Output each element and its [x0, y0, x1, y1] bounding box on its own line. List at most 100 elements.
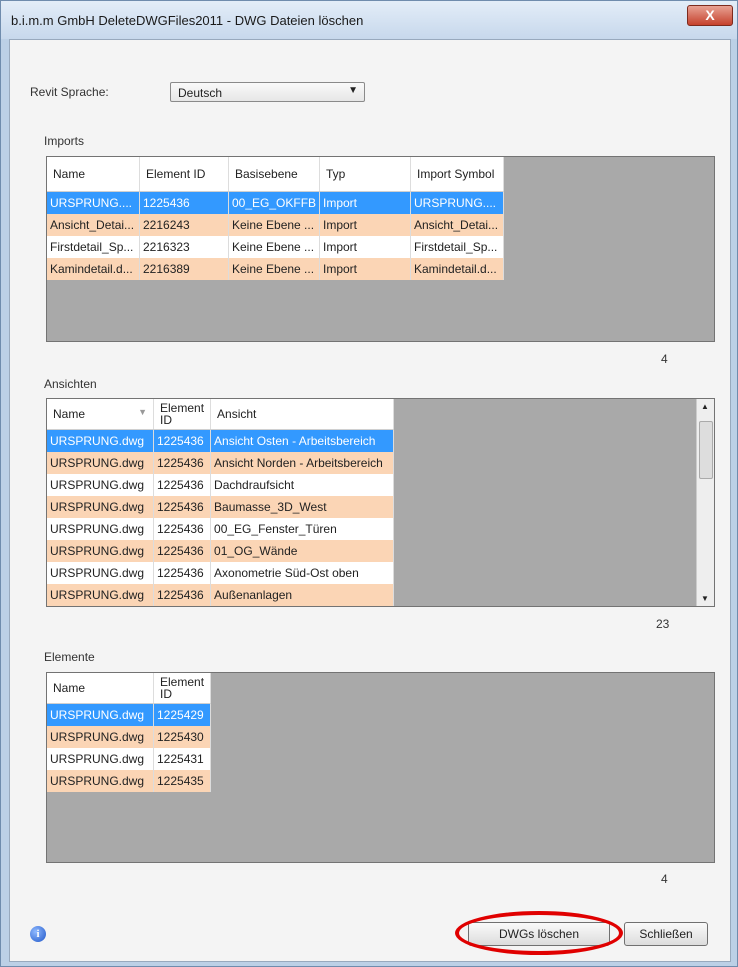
- table-cell[interactable]: 1225435: [153, 770, 212, 792]
- table-row[interactable]: URSPRUNG.dwg 1225429: [47, 703, 212, 726]
- table-row[interactable]: Ansicht_Detai... 2216243 Keine Ebene ... Im…: [47, 214, 504, 236]
- col-typ[interactable]: Typ: [319, 157, 411, 192]
- table-cell[interactable]: 2216323: [139, 236, 229, 258]
- table-cell[interactable]: 1225429: [153, 703, 212, 726]
- close-window-button[interactable]: X: [687, 5, 733, 26]
- table-row[interactable]: URSPRUNG.dwg 1225436 Ansicht Osten - Arbei…: [47, 429, 395, 452]
- ansichten-label: Ansichten: [44, 377, 97, 391]
- table-cell[interactable]: Ansicht_Detai...: [47, 214, 140, 236]
- table-cell[interactable]: Import: [319, 236, 411, 258]
- table-row[interactable]: URSPRUNG.dwg 1225431: [47, 748, 212, 770]
- dialog-body: Revit Sprache: Deutsch ▼ Imports Name El…: [9, 39, 731, 962]
- table-cell[interactable]: Dachdraufsicht: [210, 474, 395, 496]
- ansichten-scrollbar[interactable]: ▲ ▼: [696, 399, 714, 606]
- table-cell[interactable]: URSPRUNG.dwg: [47, 703, 154, 726]
- table-cell[interactable]: Kamindetail.d...: [410, 258, 504, 280]
- window-title: b.i.m.m GmbH DeleteDWGFiles2011 - DWG Da…: [11, 13, 364, 28]
- table-cell[interactable]: Axonometrie Süd-Ost oben: [210, 562, 395, 584]
- table-cell[interactable]: Import: [319, 214, 411, 236]
- table-row[interactable]: URSPRUNG.... 1225436 00_EG_OKFFB Import URSP…: [47, 191, 504, 214]
- table-cell[interactable]: URSPRUNG.dwg: [47, 726, 154, 748]
- table-cell[interactable]: URSPRUNG.dwg: [47, 452, 154, 474]
- col-ansicht[interactable]: Ansicht: [210, 399, 395, 430]
- col-element-id[interactable]: Element ID: [139, 157, 229, 192]
- imports-grid[interactable]: Name Element ID Basisebene Typ Import Sy…: [46, 156, 715, 342]
- table-cell[interactable]: URSPRUNG.dwg: [47, 429, 154, 452]
- table-cell[interactable]: Keine Ebene ...: [228, 214, 320, 236]
- table-row[interactable]: URSPRUNG.dwg 1225436 Außenanlagen: [47, 584, 395, 606]
- table-cell[interactable]: Import: [319, 258, 411, 280]
- table-cell[interactable]: Firstdetail_Sp...: [47, 236, 140, 258]
- title-bar[interactable]: b.i.m.m GmbH DeleteDWGFiles2011 - DWG Da…: [1, 1, 737, 39]
- table-row[interactable]: URSPRUNG.dwg 1225436 01_OG_Wände: [47, 540, 395, 562]
- table-cell[interactable]: URSPRUNG....: [410, 191, 504, 214]
- ansichten-count: 23: [656, 617, 670, 631]
- table-cell[interactable]: 00_EG_OKFFB: [228, 191, 320, 214]
- table-cell[interactable]: URSPRUNG.dwg: [47, 474, 154, 496]
- elemente-table: Name Element ID URSPRUNG.dwg 1225429 URSPR…: [47, 673, 212, 792]
- table-cell[interactable]: Baumasse_3D_West: [210, 496, 395, 518]
- table-row[interactable]: URSPRUNG.dwg 1225435: [47, 770, 212, 792]
- table-cell[interactable]: Kamindetail.d...: [47, 258, 140, 280]
- table-cell[interactable]: Ansicht_Detai...: [410, 214, 504, 236]
- table-cell[interactable]: Außenanlagen: [210, 584, 395, 606]
- table-cell[interactable]: 1225436: [153, 474, 212, 496]
- table-cell[interactable]: URSPRUNG.dwg: [47, 748, 154, 770]
- table-cell[interactable]: URSPRUNG.dwg: [47, 584, 154, 606]
- table-cell[interactable]: URSPRUNG.dwg: [47, 562, 154, 584]
- table-cell[interactable]: Keine Ebene ...: [228, 258, 320, 280]
- table-cell[interactable]: URSPRUNG.dwg: [47, 518, 154, 540]
- table-row[interactable]: URSPRUNG.dwg 1225436 Ansicht Norden - Arbe…: [47, 452, 395, 474]
- table-cell[interactable]: 1225431: [153, 748, 212, 770]
- elemente-count: 4: [661, 872, 668, 886]
- table-row[interactable]: Kamindetail.d... 2216389 Keine Ebene ... Im…: [47, 258, 504, 280]
- col-name[interactable]: Name: [47, 673, 154, 704]
- table-cell[interactable]: Import: [319, 191, 411, 214]
- table-row[interactable]: URSPRUNG.dwg 1225436 00_EG_Fenster_Türen: [47, 518, 395, 540]
- table-cell[interactable]: 1225436: [153, 429, 212, 452]
- table-cell[interactable]: URSPRUNG.dwg: [47, 540, 154, 562]
- table-row[interactable]: URSPRUNG.dwg 1225430: [47, 726, 212, 748]
- table-row[interactable]: Firstdetail_Sp... 2216323 Keine Ebene ... I…: [47, 236, 504, 258]
- col-import-symbol[interactable]: Import Symbol: [410, 157, 504, 192]
- table-cell[interactable]: 1225436: [153, 496, 212, 518]
- table-cell[interactable]: 1225436: [153, 562, 212, 584]
- table-row[interactable]: URSPRUNG.dwg 1225436 Baumasse_3D_West: [47, 496, 395, 518]
- table-cell[interactable]: 01_OG_Wände: [210, 540, 395, 562]
- col-name[interactable]: Name: [47, 157, 140, 192]
- col-name[interactable]: Name ▼: [47, 399, 154, 430]
- table-cell[interactable]: 1225430: [153, 726, 212, 748]
- table-cell[interactable]: URSPRUNG.dwg: [47, 770, 154, 792]
- col-element-id[interactable]: Element ID: [153, 673, 212, 704]
- table-cell[interactable]: 1225436: [153, 518, 212, 540]
- imports-label: Imports: [44, 134, 85, 148]
- table-row[interactable]: URSPRUNG.dwg 1225436 Axonometrie Süd-Ost o…: [47, 562, 395, 584]
- table-cell[interactable]: 1225436: [153, 540, 212, 562]
- info-icon[interactable]: i: [30, 926, 46, 942]
- table-cell[interactable]: URSPRUNG.dwg: [47, 496, 154, 518]
- table-cell[interactable]: 1225436: [153, 584, 212, 606]
- app-window: b.i.m.m GmbH DeleteDWGFiles2011 - DWG Da…: [0, 0, 738, 967]
- table-cell[interactable]: 2216243: [139, 214, 229, 236]
- language-select[interactable]: Deutsch ▼: [170, 82, 365, 102]
- table-cell[interactable]: 1225436: [153, 452, 212, 474]
- table-cell[interactable]: 2216389: [139, 258, 229, 280]
- scroll-down-icon[interactable]: ▼: [701, 594, 709, 603]
- table-cell[interactable]: Keine Ebene ...: [228, 236, 320, 258]
- highlight-circle: [455, 911, 623, 955]
- scroll-thumb[interactable]: [699, 421, 713, 479]
- sort-arrow-icon: ▼: [138, 407, 147, 417]
- table-row[interactable]: URSPRUNG.dwg 1225436 Dachdraufsicht: [47, 474, 395, 496]
- scroll-up-icon[interactable]: ▲: [701, 402, 709, 411]
- table-cell[interactable]: 1225436: [139, 191, 229, 214]
- close-button[interactable]: Schließen: [624, 922, 708, 946]
- col-basisebene[interactable]: Basisebene: [228, 157, 320, 192]
- table-cell[interactable]: Ansicht Osten - Arbeitsbereich: [210, 429, 395, 452]
- table-cell[interactable]: Ansicht Norden - Arbeitsbereich: [210, 452, 395, 474]
- elemente-grid[interactable]: Name Element ID URSPRUNG.dwg 1225429 URSPR…: [46, 672, 715, 863]
- ansichten-grid[interactable]: Name ▼ Element ID Ansicht URSPRUNG.dwg 122…: [46, 398, 715, 607]
- table-cell[interactable]: URSPRUNG....: [47, 191, 140, 214]
- table-cell[interactable]: Firstdetail_Sp...: [410, 236, 504, 258]
- col-element-id[interactable]: Element ID: [153, 399, 212, 430]
- table-cell[interactable]: 00_EG_Fenster_Türen: [210, 518, 395, 540]
